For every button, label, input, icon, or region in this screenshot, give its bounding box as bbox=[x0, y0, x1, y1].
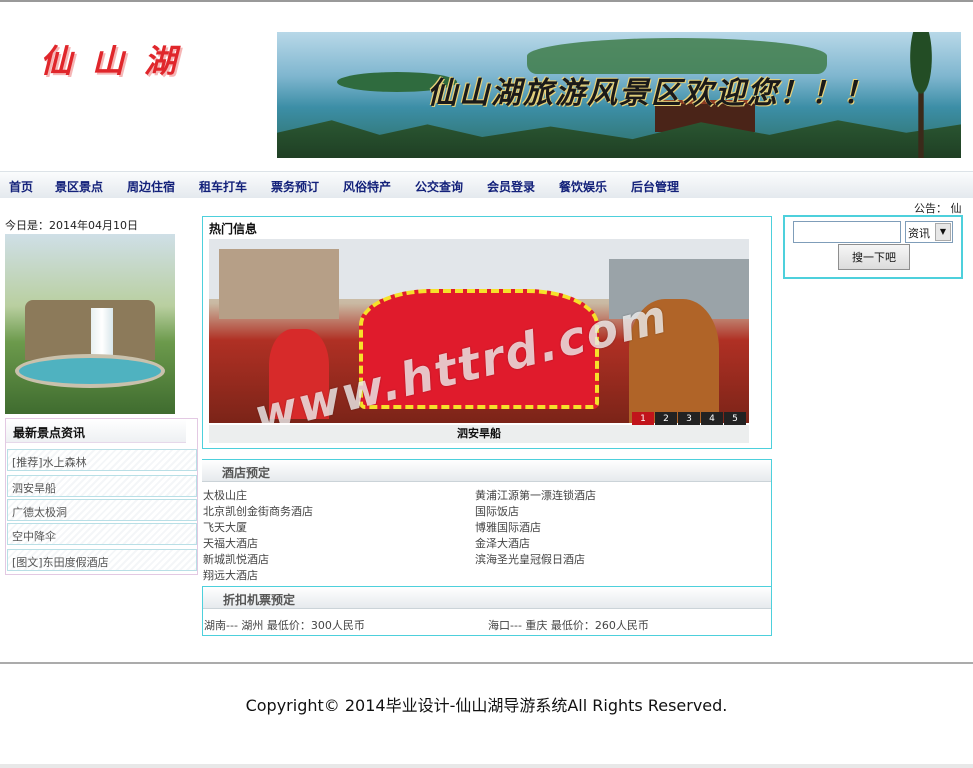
banner-pine bbox=[891, 32, 951, 158]
banner-trees bbox=[277, 120, 961, 158]
notice-text: 仙 bbox=[950, 202, 962, 215]
slide-caption[interactable]: 泗安旱船 bbox=[209, 425, 749, 443]
hot-info-slide[interactable]: www.httrd.com bbox=[209, 239, 749, 423]
hotel-link[interactable]: 飞天大厦 bbox=[203, 520, 313, 536]
latest-news-title: 最新景点资讯 bbox=[6, 419, 186, 443]
ticket-offer[interactable]: 湖南--- 湖州 最低价：300人民币 bbox=[204, 617, 365, 633]
footer-divider bbox=[0, 662, 973, 664]
ticket-panel: 折扣机票预定 湖南--- 湖州 最低价：300人民币 海口--- 重庆 最低价：… bbox=[202, 586, 772, 636]
hotel-link[interactable]: 新城凯悦酒店 bbox=[203, 552, 313, 568]
header-banner: 仙山湖旅游风景区欢迎您！！！ bbox=[277, 32, 961, 158]
bottom-bar bbox=[0, 764, 973, 768]
slide-page-button[interactable]: 3 bbox=[678, 412, 700, 426]
nav-car-rental[interactable]: 租车打车 bbox=[199, 178, 247, 195]
hot-info-panel: 热门信息 www.httrd.com 12345 泗安旱船 bbox=[202, 216, 772, 449]
photo-rock bbox=[25, 300, 155, 360]
hotel-panel-title: 酒店预定 bbox=[202, 460, 771, 482]
search-category-select[interactable]: 资讯 ▼ bbox=[905, 221, 953, 243]
nav-tickets[interactable]: 票务预订 bbox=[271, 178, 319, 195]
hotel-link[interactable]: 黄浦江源第一漂连锁酒店 bbox=[475, 488, 596, 504]
top-border bbox=[0, 0, 973, 2]
today-date: 今日是：2014年04月10日 bbox=[5, 219, 138, 232]
news-item[interactable]: 空中降伞 bbox=[7, 523, 197, 545]
slide-page-button[interactable]: 4 bbox=[701, 412, 723, 426]
ticket-panel-title: 折扣机票预定 bbox=[203, 587, 771, 609]
notice-bar: 公告： 仙 bbox=[914, 200, 962, 216]
nav-scenic-spots[interactable]: 景区景点 bbox=[55, 178, 103, 195]
slide-page-button[interactable]: 2 bbox=[655, 412, 677, 426]
notice-label: 公告： bbox=[914, 202, 947, 215]
slide-page-button[interactable]: 5 bbox=[724, 412, 746, 426]
chevron-down-icon[interactable]: ▼ bbox=[935, 223, 951, 241]
nav-customs[interactable]: 风俗特产 bbox=[343, 178, 391, 195]
scenic-photo bbox=[5, 234, 175, 414]
slide-page-button[interactable]: 1 bbox=[632, 412, 654, 426]
news-item[interactable]: 泗安旱船 bbox=[7, 475, 197, 497]
news-item[interactable]: 广德太极洞 bbox=[7, 499, 197, 521]
site-logo[interactable]: 仙山湖 bbox=[40, 36, 196, 82]
latest-news-box: 最新景点资讯 [推荐]水上森林 泗安旱船 广德太极洞 空中降伞 [图文]东田度假… bbox=[5, 418, 198, 575]
hotel-link[interactable]: 翔远大酒店 bbox=[203, 568, 313, 584]
hotel-link[interactable]: 太极山庄 bbox=[203, 488, 313, 504]
search-category-value: 资讯 bbox=[908, 227, 930, 240]
slide-pager: 12345 bbox=[631, 411, 746, 426]
nav-admin[interactable]: 后台管理 bbox=[631, 178, 679, 195]
search-box: 资讯 ▼ 搜一下吧 bbox=[783, 215, 963, 279]
slide-building bbox=[219, 249, 339, 319]
ticket-offer[interactable]: 海口--- 重庆 最低价：260人民币 bbox=[488, 617, 649, 633]
photo-pool bbox=[15, 354, 165, 388]
hotel-link[interactable]: 天福大酒店 bbox=[203, 536, 313, 552]
nav-member-login[interactable]: 会员登录 bbox=[487, 178, 535, 195]
hotel-list-left: 太极山庄 北京凯创金街商务酒店 飞天大厦 天福大酒店 新城凯悦酒店 翔远大酒店 bbox=[203, 488, 313, 584]
hotel-link[interactable]: 博雅国际酒店 bbox=[475, 520, 596, 536]
search-button[interactable]: 搜一下吧 bbox=[838, 244, 910, 270]
nav-bus[interactable]: 公交查询 bbox=[415, 178, 463, 195]
search-input[interactable] bbox=[793, 221, 901, 243]
hotel-link[interactable]: 北京凯创金街商务酒店 bbox=[203, 504, 313, 520]
hotel-link[interactable]: 国际饭店 bbox=[475, 504, 596, 520]
nav-dining[interactable]: 餐饮娱乐 bbox=[559, 178, 607, 195]
hotel-panel: 酒店预定 太极山庄 北京凯创金街商务酒店 飞天大厦 天福大酒店 新城凯悦酒店 翔… bbox=[202, 459, 772, 587]
footer-copyright: Copyright© 2014毕业设计-仙山湖导游系统All Rights Re… bbox=[245, 696, 728, 715]
hotel-list-right: 黄浦江源第一漂连锁酒店 国际饭店 博雅国际酒店 金泽大酒店 滨海圣光皇冠假日酒店 bbox=[475, 488, 596, 568]
news-item[interactable]: [推荐]水上森林 bbox=[7, 449, 197, 471]
nav-home[interactable]: 首页 bbox=[9, 178, 33, 195]
banner-welcome-text: 仙山湖旅游风景区欢迎您！！！ bbox=[427, 76, 875, 111]
hotel-link[interactable]: 滨海圣光皇冠假日酒店 bbox=[475, 552, 596, 568]
photo-waterfall bbox=[91, 308, 113, 360]
hotel-link[interactable]: 金泽大酒店 bbox=[475, 536, 596, 552]
main-nav: 首页 景区景点 周边住宿 租车打车 票务预订 风俗特产 公交查询 会员登录 餐饮… bbox=[0, 171, 973, 198]
nav-lodging[interactable]: 周边住宿 bbox=[127, 178, 175, 195]
hot-info-title: 热门信息 bbox=[209, 222, 258, 236]
news-item[interactable]: [图文]东田度假酒店 bbox=[7, 549, 197, 571]
